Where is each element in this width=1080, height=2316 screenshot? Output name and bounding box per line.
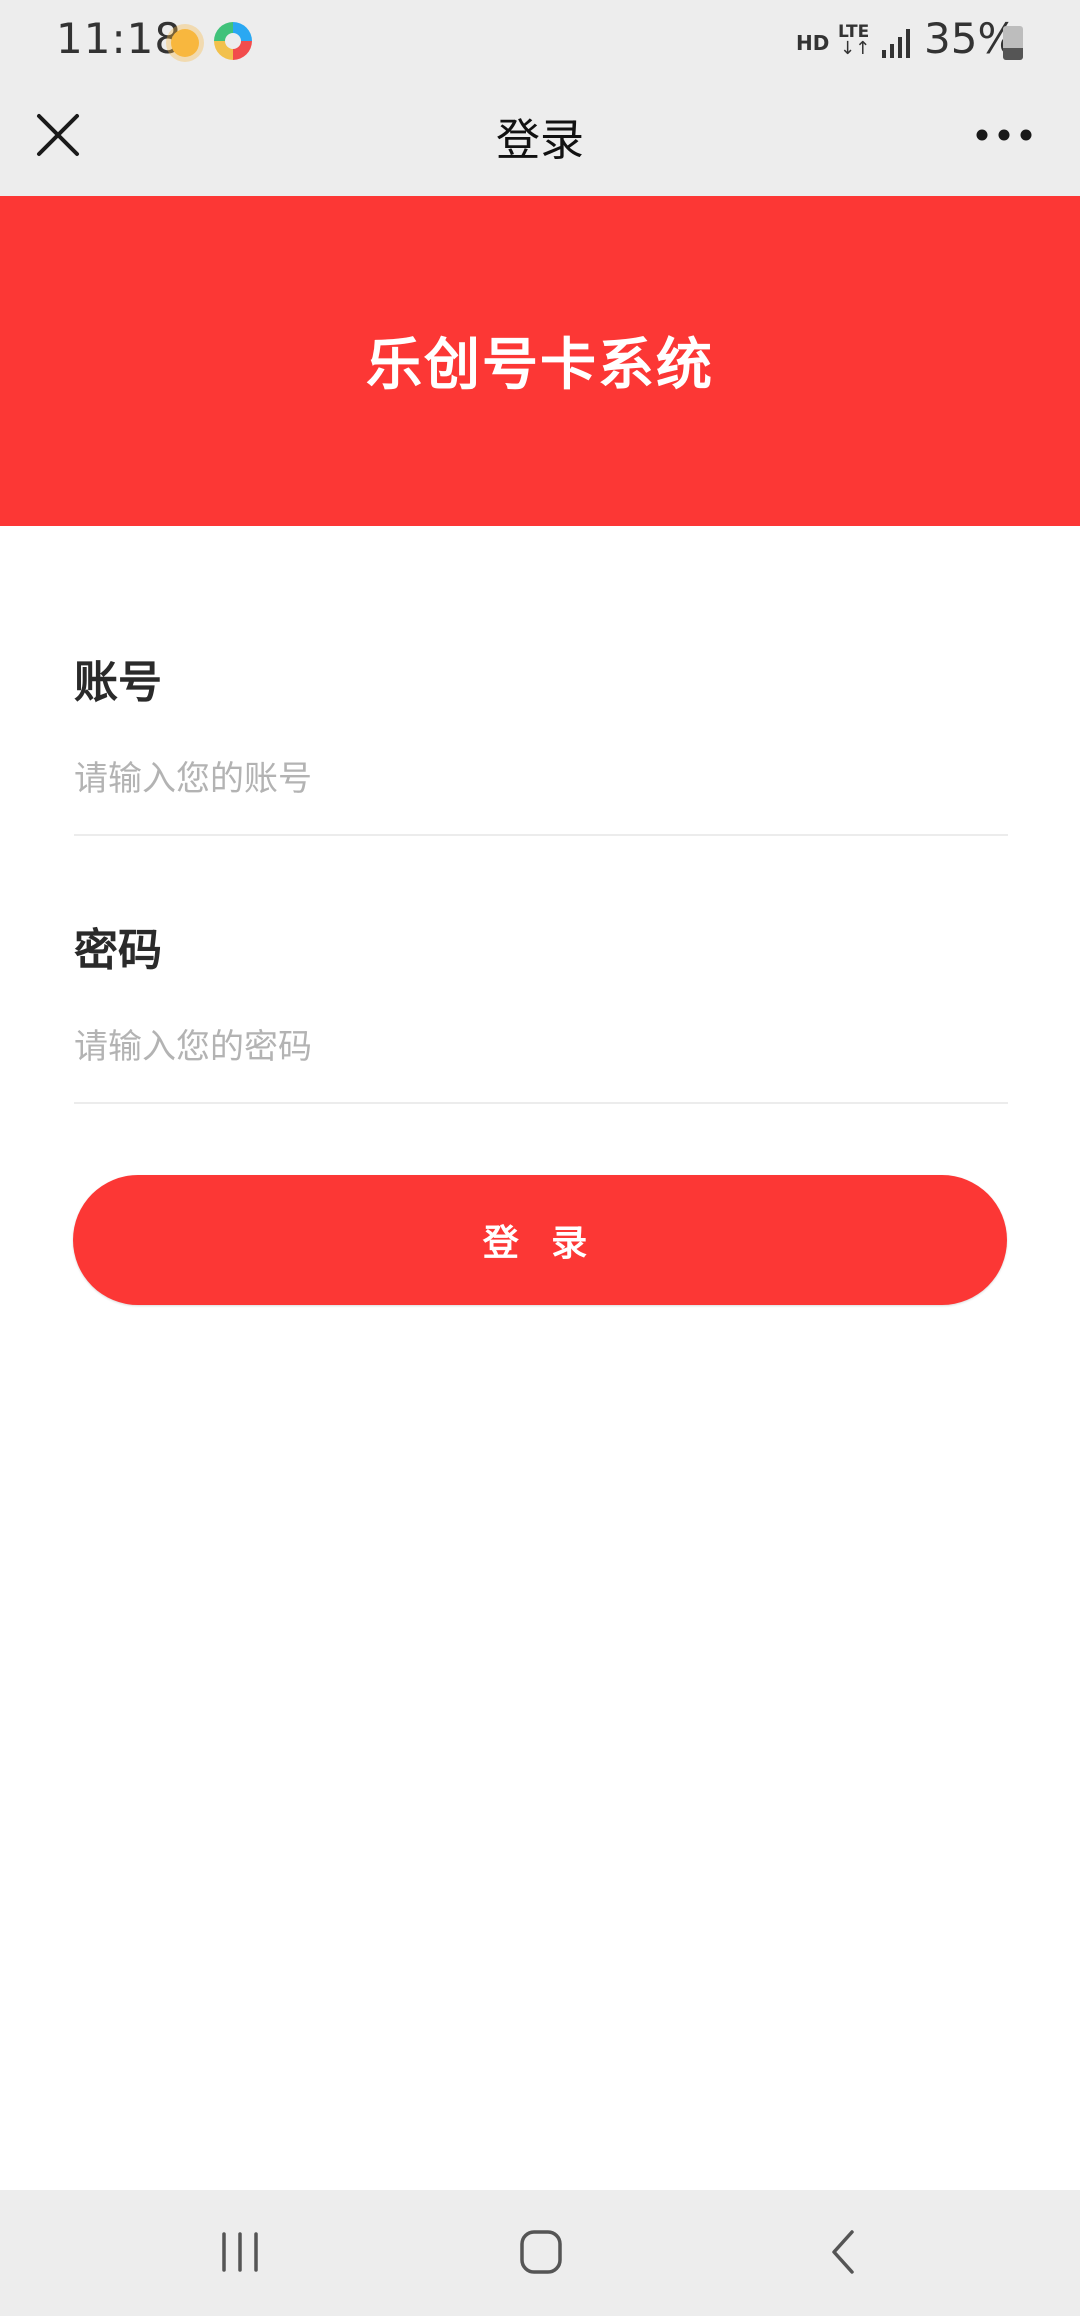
account-label: 账号: [74, 657, 162, 708]
status-bar: 11:18 HD LTE ↓↑ 35%: [0, 0, 1080, 82]
system-title: 乐创号卡系统: [366, 333, 714, 398]
password-input[interactable]: [74, 1014, 1008, 1104]
sun-icon: [171, 29, 199, 57]
lte-icon: LTE ↓↑: [838, 22, 872, 62]
nav-bar: 登录: [0, 82, 1080, 196]
back-icon[interactable]: [812, 2220, 876, 2284]
system-nav-bar: [0, 2190, 1080, 2316]
account-input[interactable]: [74, 746, 1008, 836]
home-icon[interactable]: [508, 2220, 572, 2284]
status-time: 11:18: [56, 14, 183, 63]
login-button[interactable]: 登 录: [73, 1175, 1007, 1305]
recents-icon[interactable]: [208, 2220, 272, 2284]
more-icon[interactable]: [972, 112, 1036, 158]
battery-icon: [1003, 26, 1023, 60]
password-label: 密码: [74, 925, 162, 976]
page-title: 登录: [496, 115, 584, 166]
header-banner: 乐创号卡系统: [0, 196, 1080, 526]
data-arrows-icon: ↓↑: [840, 38, 871, 59]
signal-icon: [882, 29, 910, 58]
hd-indicator: HD: [796, 31, 830, 55]
battery-fill: [1003, 48, 1023, 60]
app-notification-icon: [214, 22, 252, 60]
